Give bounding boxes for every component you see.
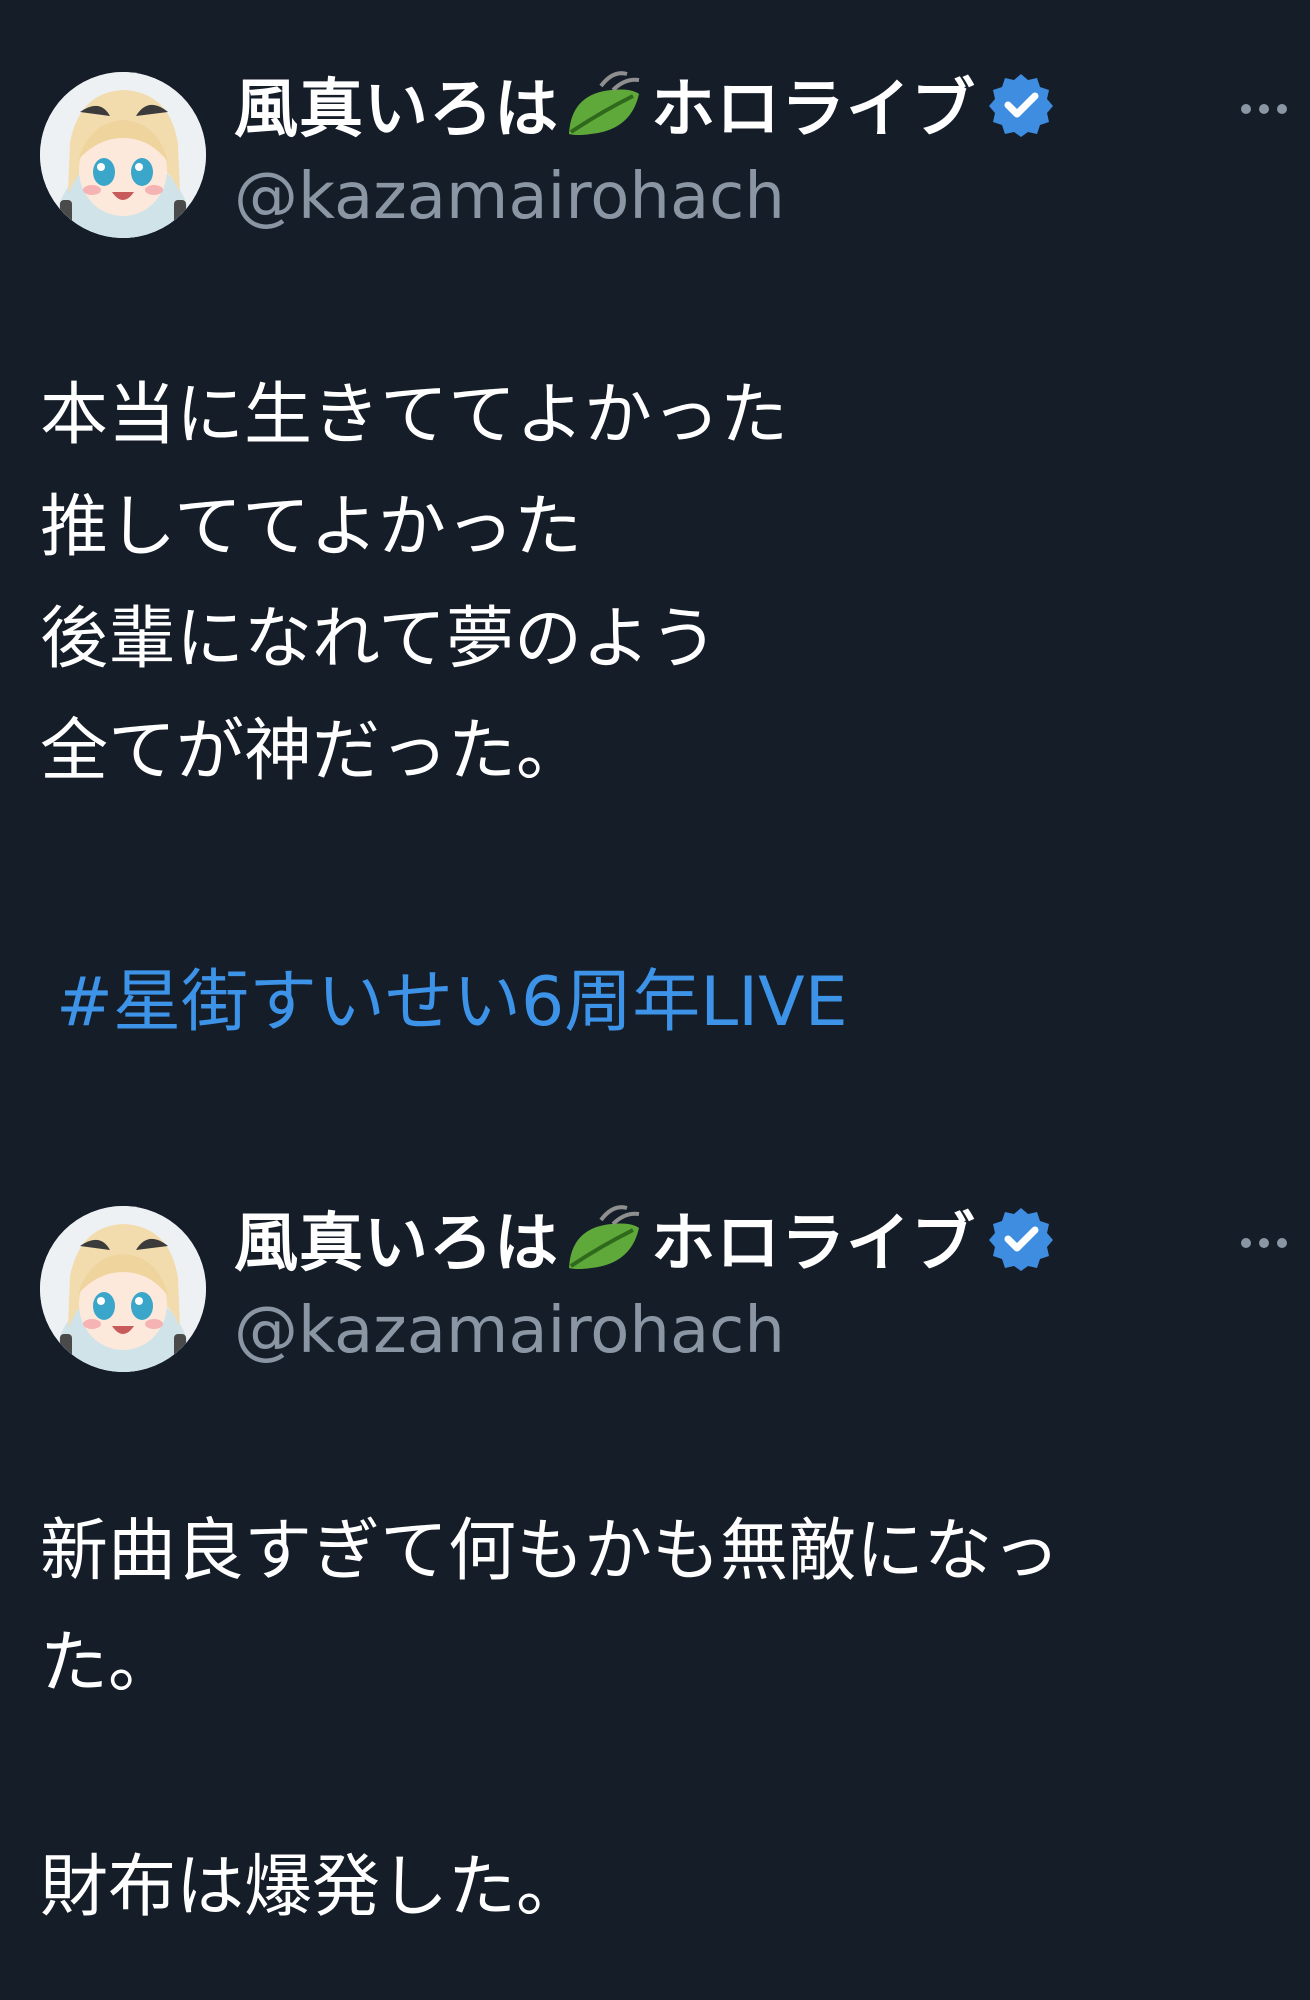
avatar[interactable] — [40, 1206, 206, 1372]
more-options-icon[interactable] — [1238, 1233, 1290, 1253]
leaf-icon — [561, 64, 649, 144]
author-handle[interactable]: @kazamairohach — [234, 1294, 785, 1368]
avatar[interactable] — [40, 72, 206, 238]
tweet-feed: 風真いろは ホロライブ @kazamairohach 本当に生きててよかった 推… — [0, 0, 1310, 2000]
tweet-text: 本当に生きててよかった 推しててよかった 後輩になれて夢のよう 全てが神だった。 — [40, 360, 1270, 808]
display-name[interactable]: 風真いろは — [234, 1192, 559, 1284]
tweet[interactable]: 風真いろは ホロライブ @kazamairohach — [0, 0, 1310, 1130]
avatar-illustration — [40, 72, 206, 238]
leaf-icon — [561, 1198, 649, 1278]
tweet-text-line: 新曲良すぎて何もかも無敵になっ — [40, 1512, 1061, 1591]
author-handle[interactable]: @kazamairohach — [234, 160, 785, 234]
display-name[interactable]: 風真いろは — [234, 58, 559, 150]
tweet-text-line: 本当に生きててよかった — [40, 376, 789, 455]
author-name-row[interactable]: 風真いろは ホロライブ — [234, 1196, 1054, 1281]
tweet-text-line: 後輩になれて夢のよう — [40, 600, 718, 679]
tweet-text: 新曲良すぎて何もかも無敵になっ た。 財布は爆発した。 — [40, 1496, 1270, 1944]
more-options-icon[interactable] — [1238, 99, 1290, 119]
author-name-row[interactable]: 風真いろは ホロライブ — [234, 62, 1054, 147]
verified-badge-icon — [988, 71, 1054, 137]
tweet-text-line: 推しててよかった — [40, 488, 582, 567]
tweet[interactable]: 風真いろは ホロライブ @kazamairohach — [0, 1130, 1310, 2000]
avatar-illustration — [40, 1206, 206, 1372]
verified-badge-icon — [988, 1205, 1054, 1271]
tweet-text-line: た。 — [40, 1624, 177, 1703]
display-name-suffix[interactable]: ホロライブ — [651, 58, 976, 150]
hashtag-link[interactable]: #星街すいせい6周年LIVE — [56, 946, 848, 1045]
tweet-text-line: 財布は爆発した。 — [40, 1848, 585, 1927]
tweet-text-line: 全てが神だった。 — [40, 712, 585, 791]
display-name-suffix[interactable]: ホロライブ — [651, 1192, 976, 1284]
